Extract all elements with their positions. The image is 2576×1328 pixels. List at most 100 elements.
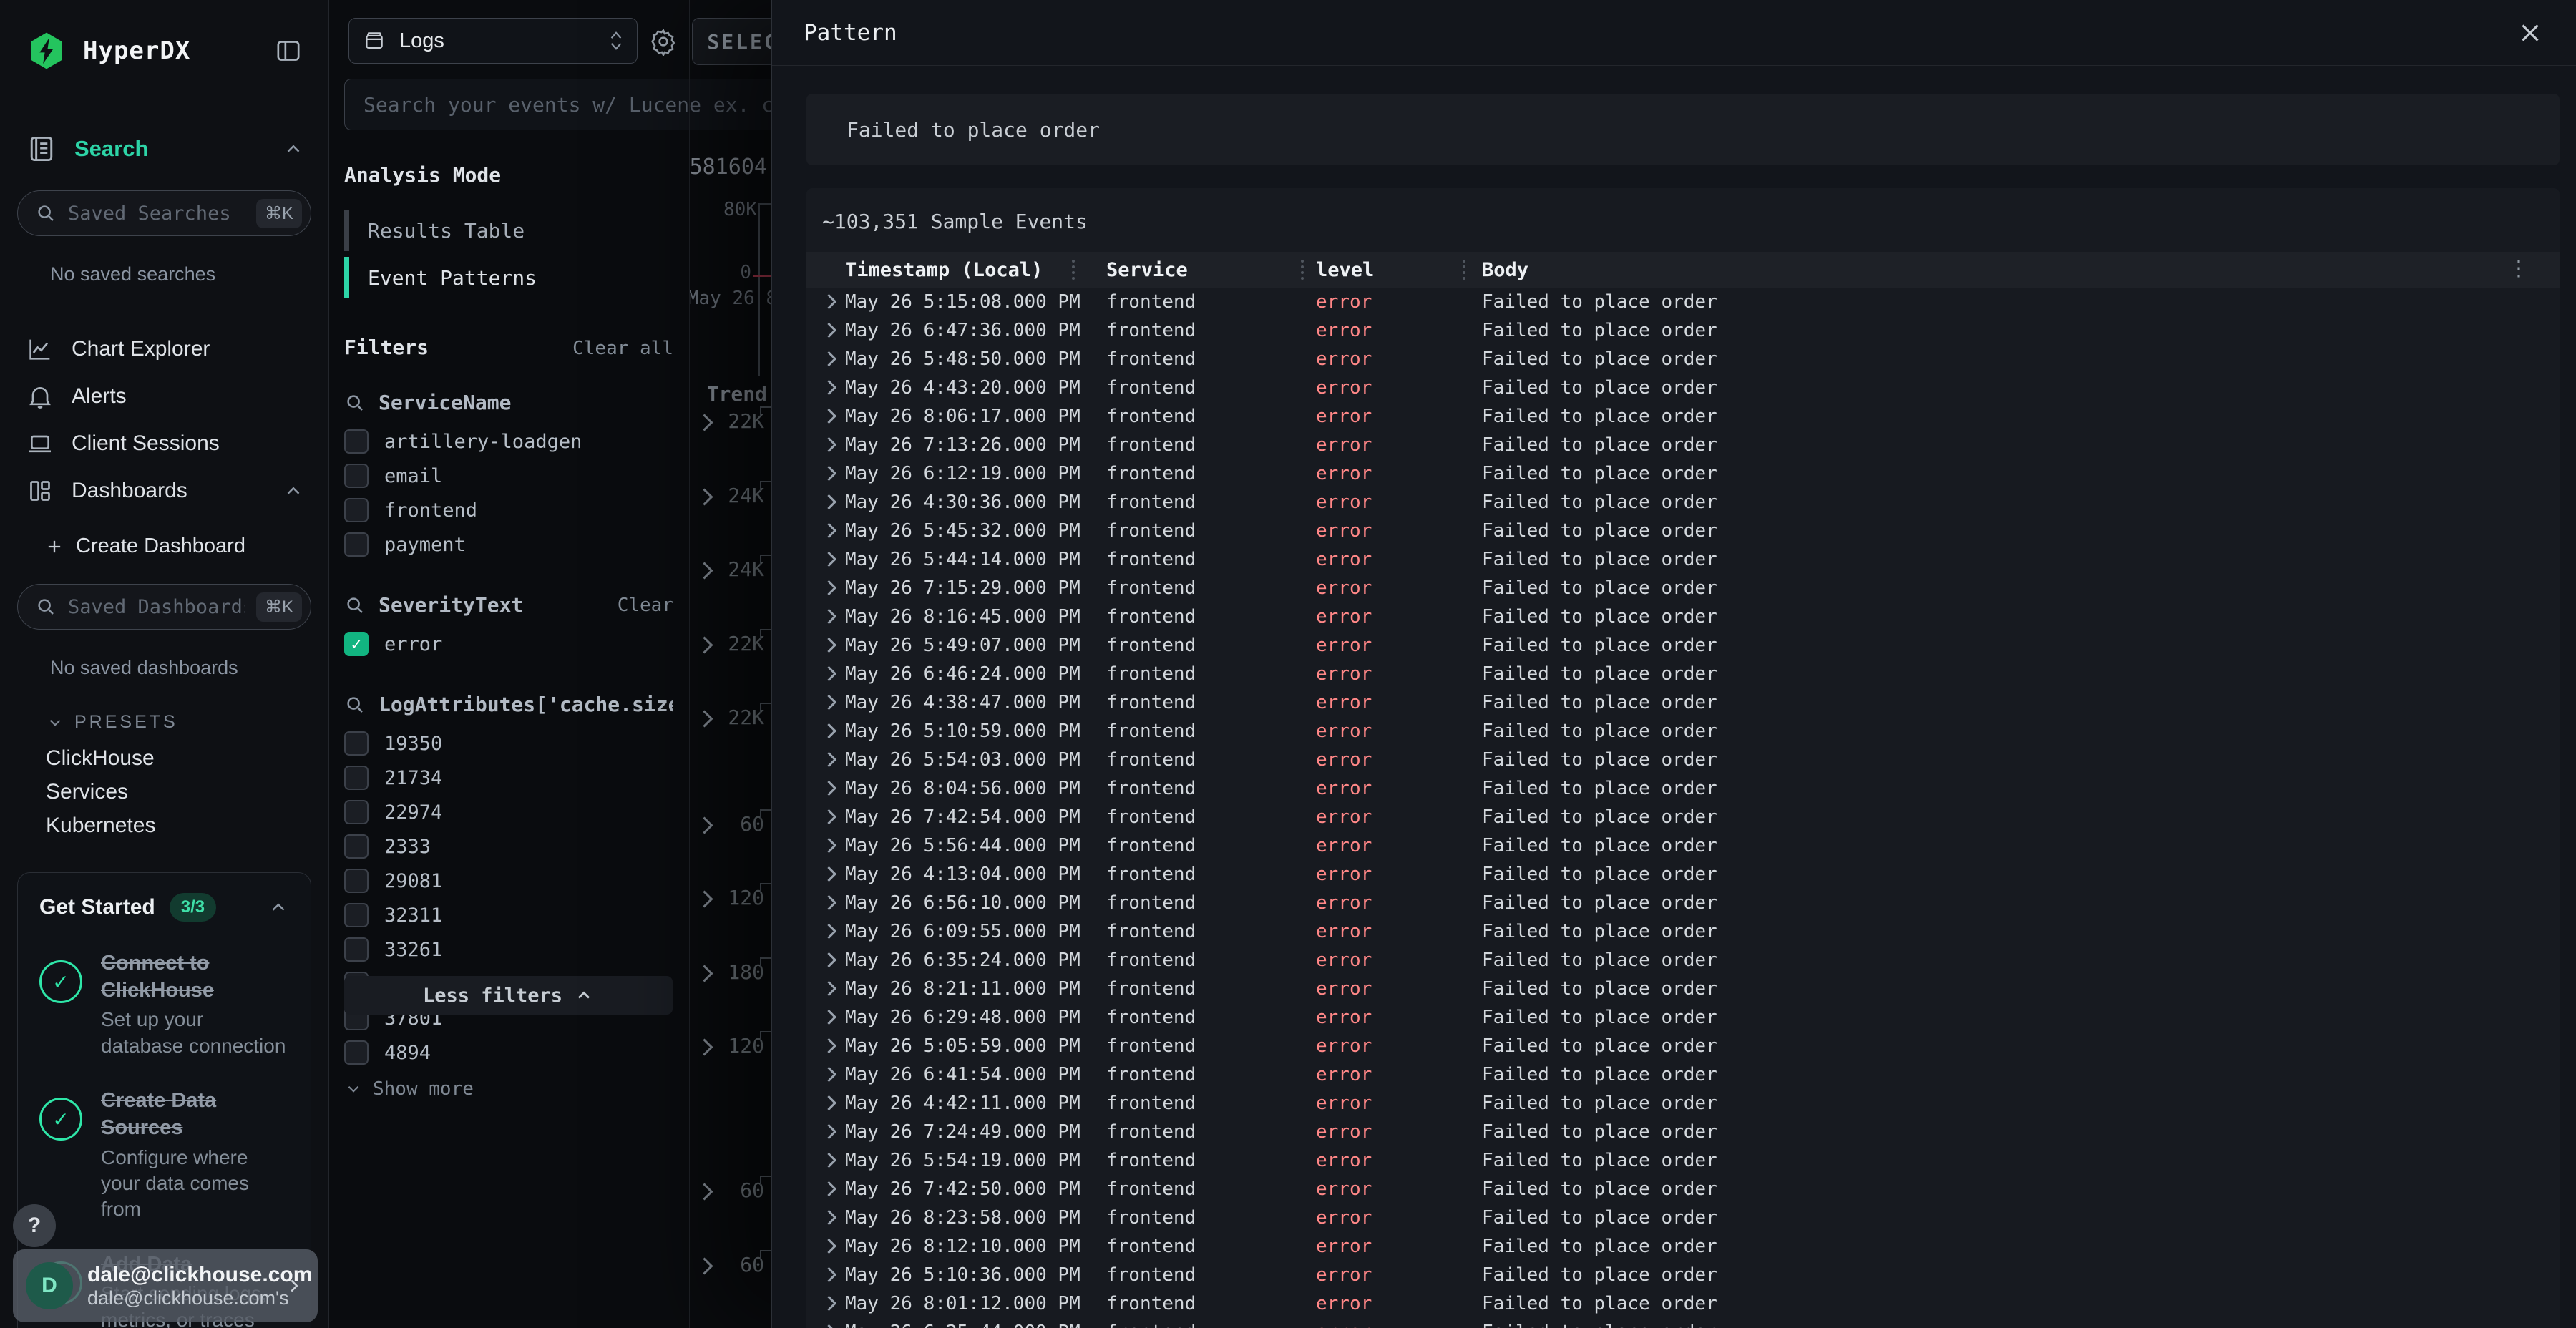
create-dashboard-button[interactable]: Create Dashboard — [44, 534, 328, 558]
event-row[interactable]: May 26 5:49:07.000 PMfrontenderrorFailed… — [806, 631, 2560, 660]
expand-chevron-icon[interactable] — [821, 1210, 836, 1225]
checkbox[interactable] — [344, 532, 369, 557]
less-filters-button[interactable]: Less filters — [344, 976, 673, 1015]
expand-chevron-icon[interactable] — [821, 1124, 836, 1139]
expand-chevron-icon[interactable] — [821, 466, 836, 481]
pattern-row-preview[interactable]: 24K — [690, 481, 773, 524]
event-row[interactable]: May 26 6:09:55.000 PMfrontenderrorFailed… — [806, 917, 2560, 946]
event-row[interactable]: May 26 6:47:36.000 PMfrontenderrorFailed… — [806, 316, 2560, 345]
tab-event-patterns[interactable]: Event Patterns — [344, 257, 673, 298]
help-button[interactable]: ? — [13, 1204, 56, 1247]
sidebar-item-search[interactable]: Search — [26, 133, 304, 165]
checkbox[interactable] — [344, 800, 369, 824]
pattern-row-preview[interactable]: 60 — [690, 1250, 773, 1293]
preset-kubernetes[interactable]: Kubernetes — [46, 809, 328, 842]
show-more-button[interactable]: Show more — [344, 1078, 673, 1100]
filter-group-clear-button[interactable]: Clear — [618, 595, 673, 616]
expand-chevron-icon[interactable] — [696, 816, 713, 834]
expand-chevron-icon[interactable] — [821, 1095, 836, 1110]
event-row[interactable]: May 26 5:15:08.000 PMfrontenderrorFailed… — [806, 288, 2560, 316]
expand-chevron-icon[interactable] — [821, 351, 836, 366]
pattern-row-preview[interactable]: 60 — [690, 809, 773, 852]
event-row[interactable]: May 26 7:42:50.000 PMfrontenderrorFailed… — [806, 1175, 2560, 1204]
pattern-row-preview[interactable]: 120 — [690, 883, 773, 926]
event-row[interactable]: May 26 5:05:59.000 PMfrontenderrorFailed… — [806, 1032, 2560, 1060]
expand-chevron-icon[interactable] — [696, 1183, 713, 1200]
source-settings-gear-icon[interactable] — [649, 27, 678, 56]
filter-checkbox-row[interactable]: 22974 — [344, 795, 673, 829]
expand-chevron-icon[interactable] — [821, 981, 836, 996]
sidebar-item-client-sessions[interactable]: Client Sessions — [0, 420, 328, 467]
expand-chevron-icon[interactable] — [821, 781, 836, 796]
event-row[interactable]: May 26 5:44:14.000 PMfrontenderrorFailed… — [806, 545, 2560, 574]
expand-chevron-icon[interactable] — [821, 1153, 836, 1168]
get-started-header[interactable]: Get Started 3/3 — [39, 893, 289, 922]
expand-chevron-icon[interactable] — [821, 1296, 836, 1311]
expand-chevron-icon[interactable] — [821, 695, 836, 710]
expand-chevron-icon[interactable] — [821, 323, 836, 338]
expand-chevron-icon[interactable] — [821, 809, 836, 824]
checkbox[interactable] — [344, 632, 369, 656]
event-row[interactable]: May 26 5:10:36.000 PMfrontenderrorFailed… — [806, 1261, 2560, 1289]
expand-chevron-icon[interactable] — [821, 523, 836, 538]
checkbox[interactable] — [344, 903, 369, 927]
preset-services[interactable]: Services — [46, 775, 328, 809]
event-row[interactable]: May 26 8:06:17.000 PMfrontenderrorFailed… — [806, 402, 2560, 431]
table-options-kebab-icon[interactable]: ⋮ — [2508, 256, 2529, 281]
expand-chevron-icon[interactable] — [696, 488, 713, 505]
expand-chevron-icon[interactable] — [821, 866, 836, 882]
event-row[interactable]: May 26 8:23:58.000 PMfrontenderrorFailed… — [806, 1204, 2560, 1232]
event-row[interactable]: May 26 8:01:12.000 PMfrontenderrorFailed… — [806, 1289, 2560, 1318]
event-row[interactable]: May 26 6:41:54.000 PMfrontenderrorFailed… — [806, 1060, 2560, 1089]
event-row[interactable]: May 26 4:38:47.000 PMfrontenderrorFailed… — [806, 688, 2560, 717]
expand-chevron-icon[interactable] — [821, 952, 836, 967]
event-row[interactable]: May 26 6:46:24.000 PMfrontenderrorFailed… — [806, 660, 2560, 688]
checkbox[interactable] — [344, 464, 369, 488]
event-row[interactable]: May 26 6:12:19.000 PMfrontenderrorFailed… — [806, 459, 2560, 488]
expand-chevron-icon[interactable] — [821, 437, 836, 452]
expand-chevron-icon[interactable] — [821, 1038, 836, 1053]
expand-chevron-icon[interactable] — [696, 562, 713, 579]
event-row[interactable]: May 26 7:42:54.000 PMfrontenderrorFailed… — [806, 803, 2560, 831]
event-row[interactable]: May 26 7:24:49.000 PMfrontenderrorFailed… — [806, 1118, 2560, 1146]
expand-chevron-icon[interactable] — [821, 1010, 836, 1025]
expand-chevron-icon[interactable] — [821, 752, 836, 767]
expand-chevron-icon[interactable] — [821, 895, 836, 910]
checkbox[interactable] — [344, 937, 369, 962]
event-row[interactable]: May 26 7:15:29.000 PMfrontenderrorFailed… — [806, 574, 2560, 602]
pattern-row-preview[interactable]: 24K — [690, 555, 773, 597]
expand-chevron-icon[interactable] — [821, 666, 836, 681]
expand-chevron-icon[interactable] — [821, 638, 836, 653]
checkbox[interactable] — [344, 1040, 369, 1065]
expand-chevron-icon[interactable] — [696, 636, 713, 653]
presets-toggle[interactable]: PRESETS — [46, 712, 328, 733]
column-resize-handle[interactable] — [1301, 260, 1304, 280]
pattern-row-preview[interactable]: 120 — [690, 1031, 773, 1074]
sidebar-item-chart-explorer[interactable]: Chart Explorer — [0, 326, 328, 373]
filter-checkbox-row[interactable]: 21734 — [344, 761, 673, 795]
filter-checkbox-row[interactable]: error — [344, 627, 673, 661]
event-row[interactable]: May 26 5:56:44.000 PMfrontenderrorFailed… — [806, 831, 2560, 860]
expand-chevron-icon[interactable] — [821, 294, 836, 309]
expand-chevron-icon[interactable] — [821, 924, 836, 939]
event-row[interactable]: May 26 5:45:32.000 PMfrontenderrorFailed… — [806, 517, 2560, 545]
event-row[interactable]: May 26 8:21:11.000 PMfrontenderrorFailed… — [806, 975, 2560, 1003]
filter-checkbox-row[interactable]: 2333 — [344, 829, 673, 864]
pattern-row-preview[interactable]: 22K — [690, 703, 773, 746]
checkbox[interactable] — [344, 834, 369, 859]
saved-dashboards-input[interactable]: Saved Dashboards ⌘K — [17, 584, 311, 630]
expand-chevron-icon[interactable] — [821, 580, 836, 595]
get-started-item[interactable]: ✓ Connect to ClickHouse Set up your data… — [39, 950, 289, 1059]
preset-clickhouse[interactable]: ClickHouse — [46, 741, 328, 775]
sidebar-item-alerts[interactable]: Alerts — [0, 373, 328, 420]
column-resize-handle[interactable] — [1072, 260, 1075, 280]
checkbox[interactable] — [344, 498, 369, 522]
event-row[interactable]: May 26 6:25:44.000 PMfrontenderrorFailed… — [806, 1318, 2560, 1328]
pattern-row-preview[interactable]: 22K — [690, 406, 773, 449]
filter-checkbox-row[interactable]: 29081 — [344, 864, 673, 898]
expand-chevron-icon[interactable] — [696, 965, 713, 982]
filter-checkbox-row[interactable]: payment — [344, 527, 673, 562]
event-row[interactable]: May 26 8:04:56.000 PMfrontenderrorFailed… — [806, 774, 2560, 803]
event-row[interactable]: May 26 5:54:03.000 PMfrontenderrorFailed… — [806, 746, 2560, 774]
expand-chevron-icon[interactable] — [821, 1239, 836, 1254]
